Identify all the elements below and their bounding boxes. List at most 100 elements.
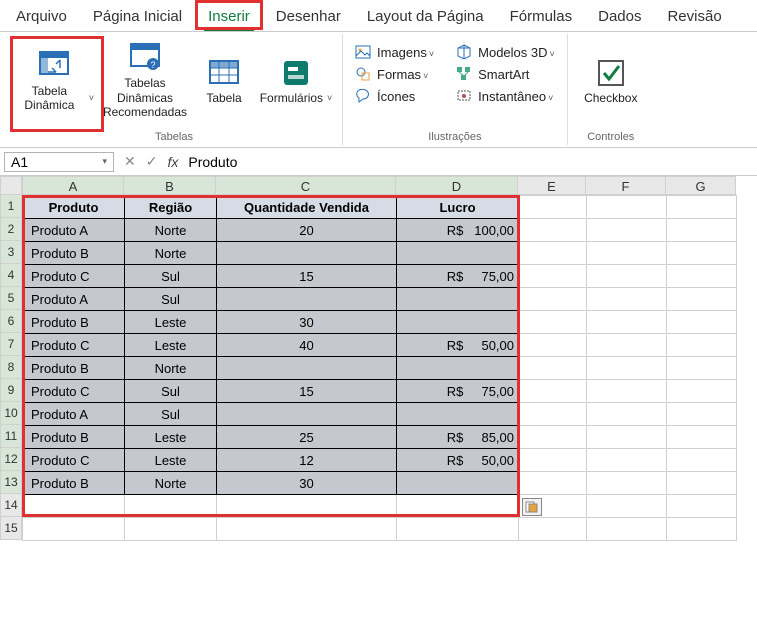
cell-F9[interactable] [587, 380, 667, 403]
fx-icon[interactable]: fx [167, 154, 178, 170]
smartart-button[interactable]: SmartArt [452, 64, 559, 84]
row-header-8[interactable]: 8 [0, 356, 22, 379]
cell-E8[interactable] [519, 357, 587, 380]
cell-D2[interactable]: R$ 100,00 [397, 219, 519, 242]
cell-G14[interactable] [667, 495, 737, 518]
cell-F1[interactable] [587, 196, 667, 219]
cell-D4[interactable]: R$ 75,00 [397, 265, 519, 288]
enter-icon[interactable]: ✓ [146, 153, 158, 170]
column-header-D[interactable]: D [396, 176, 518, 195]
cell-G8[interactable] [667, 357, 737, 380]
cell-E5[interactable] [519, 288, 587, 311]
cell-B14[interactable] [125, 495, 217, 518]
cell-G13[interactable] [667, 472, 737, 495]
cell-F13[interactable] [587, 472, 667, 495]
cell-E10[interactable] [519, 403, 587, 426]
cell-A3[interactable]: Produto B [23, 242, 125, 265]
cell-D15[interactable] [397, 518, 519, 541]
cell-G4[interactable] [667, 265, 737, 288]
tabela-button[interactable]: Tabela [196, 38, 252, 124]
cell-D1[interactable]: Lucro [397, 196, 519, 219]
cell-D13[interactable] [397, 472, 519, 495]
cell-C7[interactable]: 40 [217, 334, 397, 357]
cell-A12[interactable]: Produto C [23, 449, 125, 472]
cell-E9[interactable] [519, 380, 587, 403]
cell-A5[interactable]: Produto A [23, 288, 125, 311]
imagens-button[interactable]: Imagens [351, 42, 438, 62]
cell-C6[interactable]: 30 [217, 311, 397, 334]
checkbox-button[interactable]: Checkbox [576, 38, 646, 124]
column-header-E[interactable]: E [518, 176, 586, 195]
cell-F5[interactable] [587, 288, 667, 311]
name-box[interactable]: A1 ▾ [4, 152, 114, 172]
cell-F3[interactable] [587, 242, 667, 265]
cell-A4[interactable]: Produto C [23, 265, 125, 288]
cell-B9[interactable]: Sul [125, 380, 217, 403]
cell-G5[interactable] [667, 288, 737, 311]
cell-E7[interactable] [519, 334, 587, 357]
cell-C5[interactable] [217, 288, 397, 311]
cell-C3[interactable] [217, 242, 397, 265]
cell-A8[interactable]: Produto B [23, 357, 125, 380]
cell-E4[interactable] [519, 265, 587, 288]
cell-F4[interactable] [587, 265, 667, 288]
column-header-G[interactable]: G [666, 176, 736, 195]
column-header-B[interactable]: B [124, 176, 216, 195]
cell-G3[interactable] [667, 242, 737, 265]
cell-D3[interactable] [397, 242, 519, 265]
cell-C4[interactable]: 15 [217, 265, 397, 288]
cell-D11[interactable]: R$ 85,00 [397, 426, 519, 449]
cell-D12[interactable]: R$ 50,00 [397, 449, 519, 472]
tab-formulas[interactable]: Fórmulas [506, 6, 577, 27]
cell-C1[interactable]: Quantidade Vendida [217, 196, 397, 219]
cell-C9[interactable]: 15 [217, 380, 397, 403]
cell-D7[interactable]: R$ 50,00 [397, 334, 519, 357]
row-header-14[interactable]: 14 [0, 494, 22, 517]
row-header-1[interactable]: 1 [0, 195, 22, 218]
cell-F14[interactable] [587, 495, 667, 518]
cell-F12[interactable] [587, 449, 667, 472]
column-header-A[interactable]: A [22, 176, 124, 195]
cell-B13[interactable]: Norte [125, 472, 217, 495]
cell-G7[interactable] [667, 334, 737, 357]
tab-layout[interactable]: Layout da Página [363, 6, 488, 27]
row-header-15[interactable]: 15 [0, 517, 22, 540]
cell-B7[interactable]: Leste [125, 334, 217, 357]
tabelas-dinamicas-recomendadas-button[interactable]: ? Tabelas Dinâmicas Recomendadas [100, 38, 190, 124]
cell-E2[interactable] [519, 219, 587, 242]
tab-pagina-inicial[interactable]: Página Inicial [89, 6, 186, 27]
formularios-button[interactable]: Formulários [258, 38, 334, 124]
cell-G15[interactable] [667, 518, 737, 541]
cell-B2[interactable]: Norte [125, 219, 217, 242]
cell-E13[interactable] [519, 472, 587, 495]
tabela-dinamica-button[interactable]: Tabela Dinâmica [14, 38, 94, 124]
cell-B15[interactable] [125, 518, 217, 541]
formula-value[interactable]: Produto [188, 154, 753, 170]
cell-A14[interactable] [23, 495, 125, 518]
cell-E6[interactable] [519, 311, 587, 334]
row-header-5[interactable]: 5 [0, 287, 22, 310]
cell-A15[interactable] [23, 518, 125, 541]
tab-desenhar[interactable]: Desenhar [272, 6, 345, 27]
cell-C2[interactable]: 20 [217, 219, 397, 242]
cell-D6[interactable] [397, 311, 519, 334]
cell-C14[interactable] [217, 495, 397, 518]
cell-F2[interactable] [587, 219, 667, 242]
cell-C10[interactable] [217, 403, 397, 426]
cell-G10[interactable] [667, 403, 737, 426]
cell-D8[interactable] [397, 357, 519, 380]
tab-dados[interactable]: Dados [594, 6, 645, 27]
cell-A11[interactable]: Produto B [23, 426, 125, 449]
row-header-12[interactable]: 12 [0, 448, 22, 471]
tab-revisao[interactable]: Revisão [663, 6, 725, 27]
formas-button[interactable]: Formas [351, 64, 438, 84]
cell-E3[interactable] [519, 242, 587, 265]
row-header-7[interactable]: 7 [0, 333, 22, 356]
row-header-10[interactable]: 10 [0, 402, 22, 425]
select-all-corner[interactable] [0, 176, 22, 195]
cell-E11[interactable] [519, 426, 587, 449]
paste-options-icon[interactable] [522, 498, 542, 516]
cell-F11[interactable] [587, 426, 667, 449]
row-header-11[interactable]: 11 [0, 425, 22, 448]
cell-G11[interactable] [667, 426, 737, 449]
